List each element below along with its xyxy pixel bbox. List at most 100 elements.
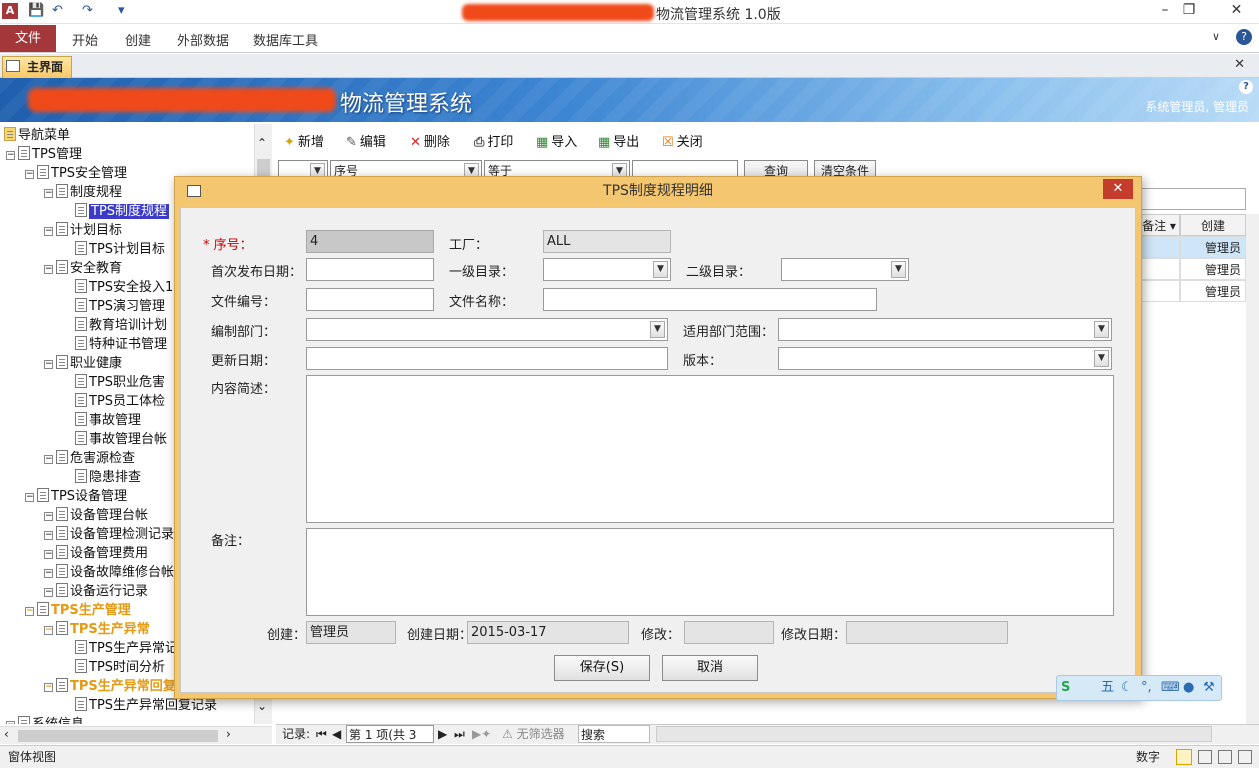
collapse-icon[interactable]: − xyxy=(44,360,53,369)
collapse-icon[interactable]: − xyxy=(44,531,53,540)
grid-header-remark[interactable]: 备注 ▾ xyxy=(1138,214,1180,236)
undo-icon[interactable]: ↶ xyxy=(52,3,63,21)
nav-item[interactable]: 事故管理台帐 xyxy=(63,430,167,449)
nav-item[interactable]: − 设备管理检测记录 xyxy=(44,525,174,544)
no-filter-button[interactable]: ⚠ 无筛选器 xyxy=(502,725,565,744)
new-button[interactable]: ✦ 新增 xyxy=(284,131,324,150)
grid-cell[interactable] xyxy=(1138,236,1180,258)
close-window-button[interactable]: ✕ xyxy=(1214,0,1259,22)
nav-item[interactable]: TPS计划目标 xyxy=(63,240,165,259)
nav-item[interactable]: TPS时间分析 xyxy=(63,658,165,677)
creator-field[interactable]: 管理员 xyxy=(306,621,396,644)
collapse-icon[interactable]: − xyxy=(44,265,53,274)
tab-create[interactable]: 创建 xyxy=(125,30,151,49)
file-tab[interactable]: 文件 xyxy=(0,25,56,52)
collapse-icon[interactable]: − xyxy=(44,550,53,559)
nav-item[interactable]: − TPS生产管理 xyxy=(25,601,131,620)
ime-toolbar[interactable]: S 五 ☾ °, ⌨ ● ⚒ xyxy=(1056,675,1222,701)
grid-vscrollbar[interactable] xyxy=(1246,214,1259,724)
collapse-icon[interactable]: − xyxy=(44,683,53,692)
nav-item[interactable]: − TPS设备管理 xyxy=(25,487,127,506)
edit-button[interactable]: ✎ 编辑 xyxy=(346,131,386,150)
record-search-input[interactable]: 搜索 xyxy=(578,725,650,743)
nav-item[interactable]: − TPS生产异常回复 xyxy=(44,677,176,696)
tab-database-tools[interactable]: 数据库工具 xyxy=(253,30,318,49)
user-icon[interactable]: ● xyxy=(1183,676,1194,700)
remark-textarea[interactable] xyxy=(306,528,1114,616)
customize-qat-icon[interactable]: ▾ xyxy=(118,3,125,21)
delete-button[interactable]: ✕ 删除 xyxy=(410,131,450,150)
chevron-down-icon[interactable]: ▼ xyxy=(1094,350,1109,367)
moon-icon[interactable]: ☾ xyxy=(1121,676,1133,700)
collapse-icon[interactable]: − xyxy=(44,455,53,464)
dialog-close-button[interactable]: ✕ xyxy=(1103,179,1133,199)
nav-item[interactable]: − 设备管理台帐 xyxy=(44,506,148,525)
record-hscrollbar[interactable] xyxy=(656,726,1212,742)
nav-item[interactable]: 特种证书管理 xyxy=(63,335,167,354)
redo-icon[interactable]: ↷ xyxy=(82,3,93,21)
cat2-select[interactable]: ▼ xyxy=(781,258,909,281)
collapse-icon[interactable]: − xyxy=(44,588,53,597)
scroll-left-icon[interactable]: ‹ xyxy=(4,727,9,741)
collapse-ribbon-icon[interactable]: ∨ xyxy=(1212,30,1220,43)
datasheet-view-icon[interactable] xyxy=(1198,750,1212,764)
nav-item[interactable]: TPS员工体检 xyxy=(63,392,165,411)
summary-textarea[interactable] xyxy=(306,375,1114,523)
chevron-down-icon[interactable]: ▼ xyxy=(1094,321,1109,338)
nav-item[interactable]: 教育培训计划 xyxy=(63,316,167,335)
close-button[interactable]: ☒ 关闭 xyxy=(662,131,703,150)
nav-item[interactable]: TPS制度规程 xyxy=(63,202,170,221)
nav-root[interactable]: 导航菜单 xyxy=(4,126,70,145)
help-icon[interactable]: ? xyxy=(1236,29,1252,45)
design-view-icon[interactable] xyxy=(1238,750,1252,764)
grid-cell[interactable] xyxy=(1138,280,1180,302)
nav-item[interactable]: − 职业健康 xyxy=(44,354,122,373)
nav-item[interactable]: TPS生产异常记 xyxy=(63,639,178,658)
save-button[interactable]: 保存(S) xyxy=(554,655,650,681)
nav-item[interactable]: − 制度规程 xyxy=(44,183,122,202)
modifier-field[interactable] xyxy=(684,621,774,644)
chevron-down-icon[interactable]: ▼ xyxy=(891,261,906,278)
nav-item[interactable]: 隐患排查 xyxy=(63,468,141,487)
doc-name-field[interactable] xyxy=(543,288,877,311)
new-record-button[interactable]: ▶✦ xyxy=(472,725,491,744)
nav-item[interactable]: − TPS管理 xyxy=(6,145,82,164)
grid-cell[interactable]: 管理员 xyxy=(1180,236,1246,258)
collapse-icon[interactable]: − xyxy=(44,189,53,198)
form-view-icon[interactable] xyxy=(1176,749,1192,765)
grid-cell[interactable] xyxy=(1138,258,1180,280)
nav-item[interactable]: − 设备管理费用 xyxy=(44,544,148,563)
tab-home[interactable]: 开始 xyxy=(72,30,98,49)
access-app-icon[interactable]: A xyxy=(2,3,18,19)
export-button[interactable]: ▦ 导出 xyxy=(598,131,639,150)
ime-mode-label[interactable]: 五 xyxy=(1101,676,1114,700)
prev-record-button[interactable]: ◀ xyxy=(332,725,341,744)
punctuation-icon[interactable]: °, xyxy=(1141,676,1152,700)
collapse-icon[interactable]: − xyxy=(44,626,53,635)
cat1-select[interactable]: ▼ xyxy=(543,258,671,281)
save-icon[interactable]: 💾 xyxy=(28,3,44,21)
nav-item[interactable]: − TPS生产异常 xyxy=(44,620,150,639)
grid-search-box[interactable] xyxy=(1138,188,1246,210)
seq-field[interactable]: 4 xyxy=(306,230,434,253)
nav-item[interactable]: − 危害源检查 xyxy=(44,449,135,468)
nav-item[interactable]: − 系统信息 xyxy=(6,715,84,724)
collapse-icon[interactable]: − xyxy=(6,721,15,724)
chevron-down-icon[interactable]: ▼ xyxy=(650,321,665,338)
collapse-icon[interactable]: − xyxy=(25,607,34,616)
scope-select[interactable]: ▼ xyxy=(778,318,1112,341)
doc-no-field[interactable] xyxy=(306,288,434,311)
version-select[interactable]: ▼ xyxy=(778,347,1112,370)
last-record-button[interactable]: ⏭ xyxy=(454,725,465,744)
scroll-down-icon[interactable]: ⌄ xyxy=(257,699,267,713)
nav-item[interactable]: − 安全教育 xyxy=(44,259,122,278)
first-record-button[interactable]: ⏮ xyxy=(316,725,327,744)
update-date-field[interactable] xyxy=(306,347,668,370)
print-button[interactable]: ⎙ 打印 xyxy=(474,131,513,150)
collapse-icon[interactable]: − xyxy=(6,151,15,160)
banner-help-icon[interactable]: ? xyxy=(1239,80,1253,94)
layout-view-icon[interactable] xyxy=(1218,750,1232,764)
nav-item[interactable]: TPS安全投入1 xyxy=(63,278,173,297)
modify-date-field[interactable] xyxy=(846,621,1008,644)
nav-item[interactable]: − 设备故障维修台帐 xyxy=(44,563,174,582)
